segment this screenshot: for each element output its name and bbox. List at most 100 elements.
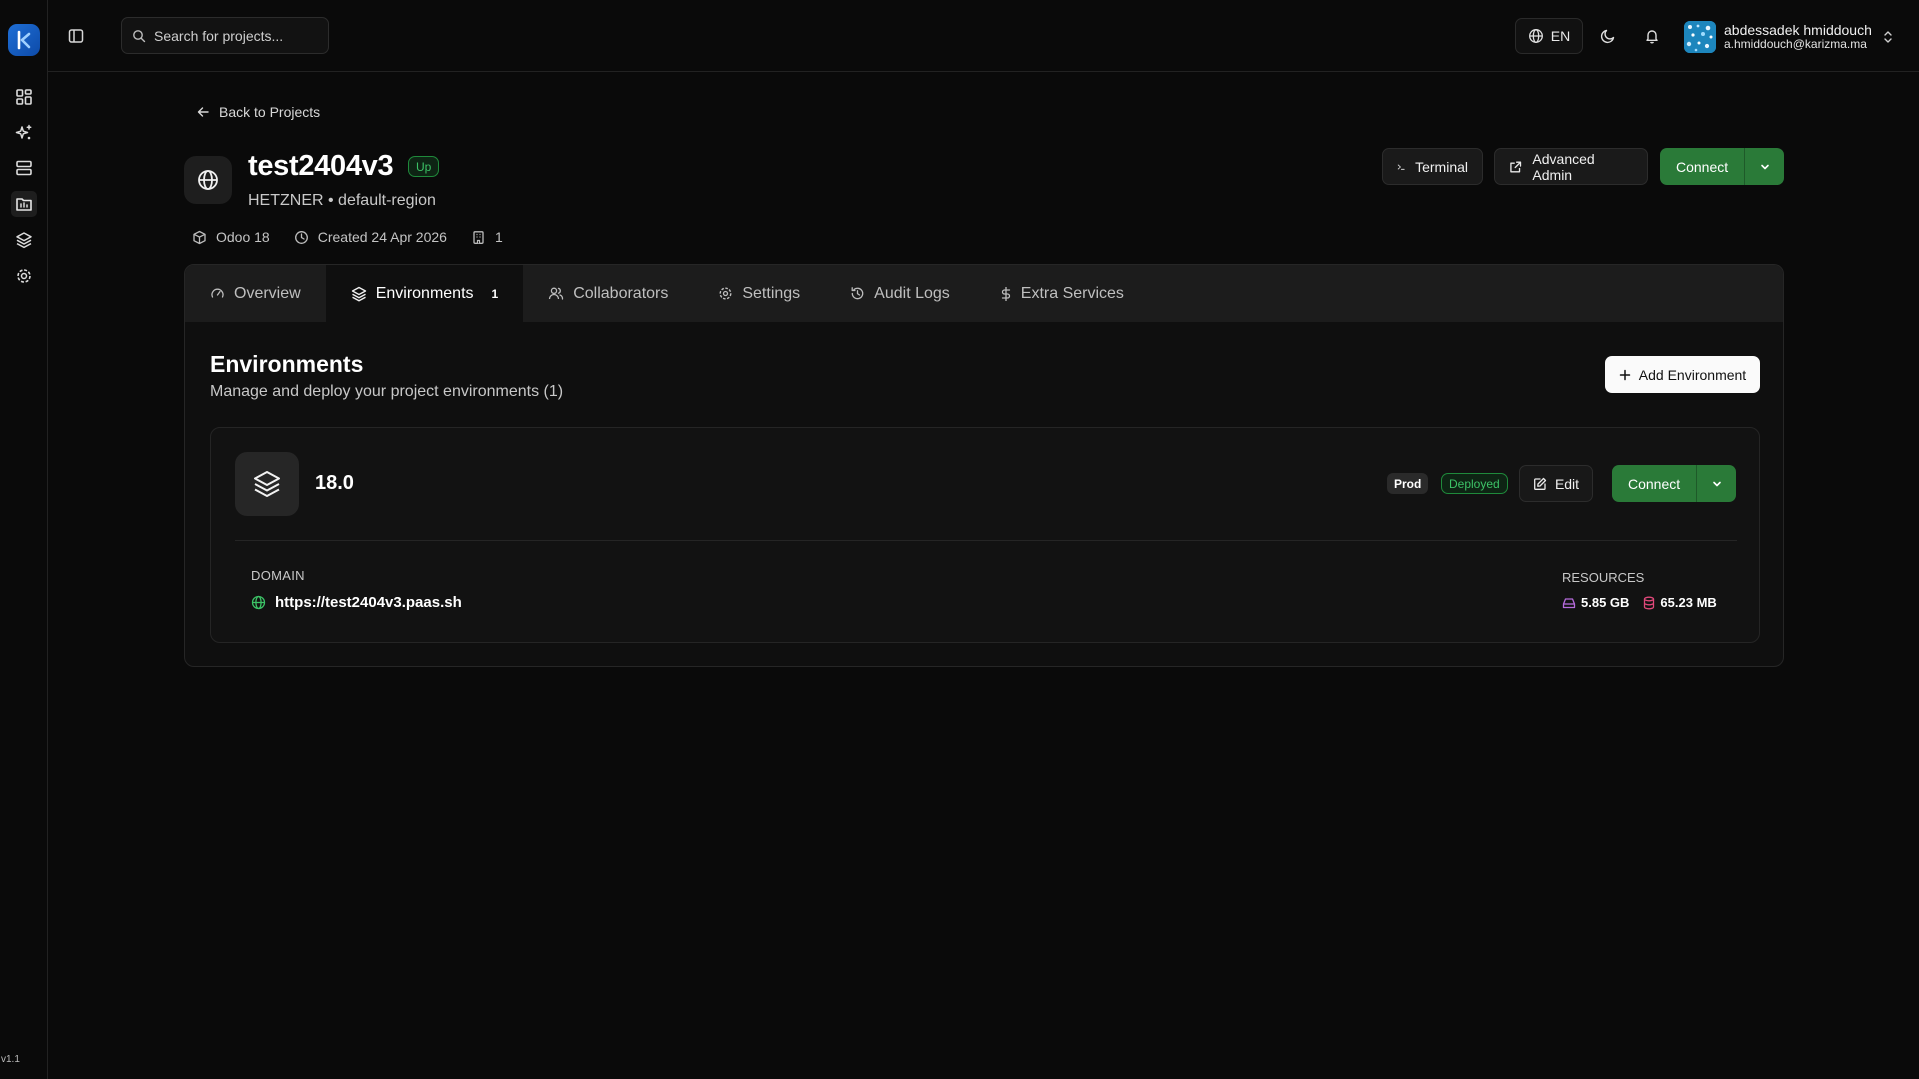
rail-settings[interactable]: [11, 263, 37, 289]
user-menu[interactable]: abdessadek hmiddouch a.hmiddouch@karizma…: [1684, 18, 1908, 56]
avatar-image-icon: [1684, 21, 1716, 53]
database-icon: [1644, 596, 1655, 609]
tab-settings[interactable]: Settings: [693, 265, 825, 322]
sparkles-icon: [15, 124, 32, 140]
back-label: Back to Projects: [219, 104, 321, 120]
meta-environments-count: 1: [494, 229, 503, 245]
sidebar-toggle-button[interactable]: [64, 24, 88, 48]
notifications-button[interactable]: [1640, 24, 1664, 48]
search-icon: [133, 29, 146, 42]
left-rail: v1.1: [0, 0, 48, 1079]
meta-version: Odoo 18: [192, 229, 270, 245]
add-environment-button[interactable]: Add Environment: [1605, 356, 1760, 393]
tab-overview-label: Overview: [234, 284, 301, 302]
terminal-button[interactable]: Terminal: [1382, 148, 1483, 185]
gauge-icon: [211, 288, 224, 298]
tab-extra-services-label: Extra Services: [1020, 284, 1124, 302]
section-subtitle: Manage and deploy your project environme…: [210, 383, 564, 400]
plus-icon: [1619, 369, 1631, 380]
disk-value: 5.85 GB: [1581, 595, 1630, 610]
domain-link[interactable]: https://test2404v3.paas.sh: [251, 594, 462, 611]
logo-icon: [17, 30, 31, 50]
edit-environment-button[interactable]: Edit: [1519, 465, 1593, 502]
deployed-status-badge: Deployed: [1441, 473, 1508, 494]
project-connect-dropdown[interactable]: [1745, 148, 1785, 185]
rail-sparkles[interactable]: [11, 120, 37, 146]
avatar: [1684, 21, 1716, 53]
domain-label: DOMAIN: [251, 568, 305, 583]
environment-connect-dropdown[interactable]: [1697, 465, 1737, 502]
tab-bar: Overview Environments 1 Collaborators Se…: [185, 265, 1783, 322]
project-icon: [184, 156, 232, 204]
hard-drive-icon: [1562, 597, 1576, 608]
rail-projects[interactable]: [11, 191, 37, 217]
top-bar: EN abdessadek hmiddouch a.hmiddouch@kari…: [48, 0, 1919, 72]
environment-version: 18.0: [315, 472, 354, 494]
tab-audit-logs-label: Audit Logs: [874, 284, 950, 302]
rail-dashboard[interactable]: [11, 84, 37, 110]
bell-icon: [1646, 30, 1658, 44]
tab-overview[interactable]: Overview: [185, 265, 326, 322]
section-title: Environments: [210, 351, 364, 377]
tab-settings-label: Settings: [742, 284, 801, 302]
rail-servers[interactable]: [11, 155, 37, 181]
project-connect-button[interactable]: Connect: [1660, 148, 1746, 185]
rail-layers[interactable]: [11, 227, 37, 253]
globe-icon: [1528, 29, 1543, 43]
meta-version-label: Odoo 18: [216, 229, 270, 245]
disk-usage: 5.85 GB: [1562, 595, 1629, 610]
back-to-projects-link[interactable]: Back to Projects: [196, 104, 320, 120]
tab-collaborators[interactable]: Collaborators: [523, 265, 693, 322]
tab-collaborators-label: Collaborators: [573, 284, 669, 302]
language-button[interactable]: EN: [1515, 18, 1583, 54]
memory-value: 65.23 MB: [1660, 595, 1717, 610]
resources-label: RESOURCES: [1562, 570, 1645, 585]
layers-icon: [254, 471, 280, 497]
chevron-down-icon: [1712, 481, 1721, 486]
globe-icon: [251, 595, 266, 610]
search-input[interactable]: [154, 27, 314, 44]
user-email: a.hmiddouch@karizma.ma: [1724, 37, 1867, 52]
layers-icon: [16, 232, 32, 249]
meta-environments: 1: [471, 229, 503, 245]
app-logo[interactable]: [8, 24, 40, 56]
status-badge: Up: [408, 156, 440, 177]
tab-audit-logs[interactable]: Audit Logs: [825, 265, 975, 322]
gear-icon: [719, 287, 732, 300]
domain-url: https://test2404v3.paas.sh: [275, 594, 462, 611]
meta-created: Created 24 Apr 2026: [294, 229, 447, 245]
chevron-down-icon: [1760, 164, 1769, 169]
tab-environments-label: Environments: [375, 284, 474, 302]
meta-created-label: Created 24 Apr 2026: [317, 229, 447, 245]
add-environment-label: Add Environment: [1638, 366, 1747, 383]
moon-icon: [1600, 29, 1615, 44]
history-icon: [851, 287, 864, 300]
globe-icon: [198, 170, 218, 190]
resources-values: 5.85 GB 65.23 MB: [1562, 595, 1725, 610]
users-icon: [549, 287, 564, 300]
project-panel: Overview Environments 1 Collaborators Se…: [184, 264, 1784, 667]
user-name: abdessadek hmiddouch: [1724, 21, 1872, 38]
theme-toggle-button[interactable]: [1596, 24, 1620, 48]
sidebar-panel-icon: [68, 29, 84, 43]
search-box[interactable]: [121, 17, 329, 54]
edit-label: Edit: [1554, 475, 1580, 492]
advanced-admin-label: Advanced Admin: [1532, 150, 1595, 183]
page-title: test2404v3: [248, 150, 394, 182]
project-provider: HETZNER • default-region: [248, 192, 436, 209]
edit-icon: [1533, 477, 1547, 490]
dashboard-icon: [16, 89, 32, 105]
tab-extra-services[interactable]: Extra Services: [975, 265, 1149, 322]
tab-environments[interactable]: Environments 1: [325, 265, 524, 322]
external-link-icon: [1510, 161, 1522, 172]
chevron-up-down-icon: [1884, 31, 1892, 43]
project-connect-split-button: Connect: [1660, 148, 1785, 185]
memory-usage: 65.23 MB: [1643, 595, 1717, 610]
stage-badge: Prod: [1387, 473, 1429, 494]
clock-icon: [294, 230, 308, 244]
environment-connect-button[interactable]: Connect: [1612, 465, 1698, 502]
terminal-label: Terminal: [1415, 158, 1468, 175]
environment-card: 18.0 Prod Deployed Edit Connect DOMAIN h…: [210, 427, 1760, 643]
language-label: EN: [1550, 28, 1571, 44]
advanced-admin-button[interactable]: Advanced Admin: [1494, 148, 1648, 185]
